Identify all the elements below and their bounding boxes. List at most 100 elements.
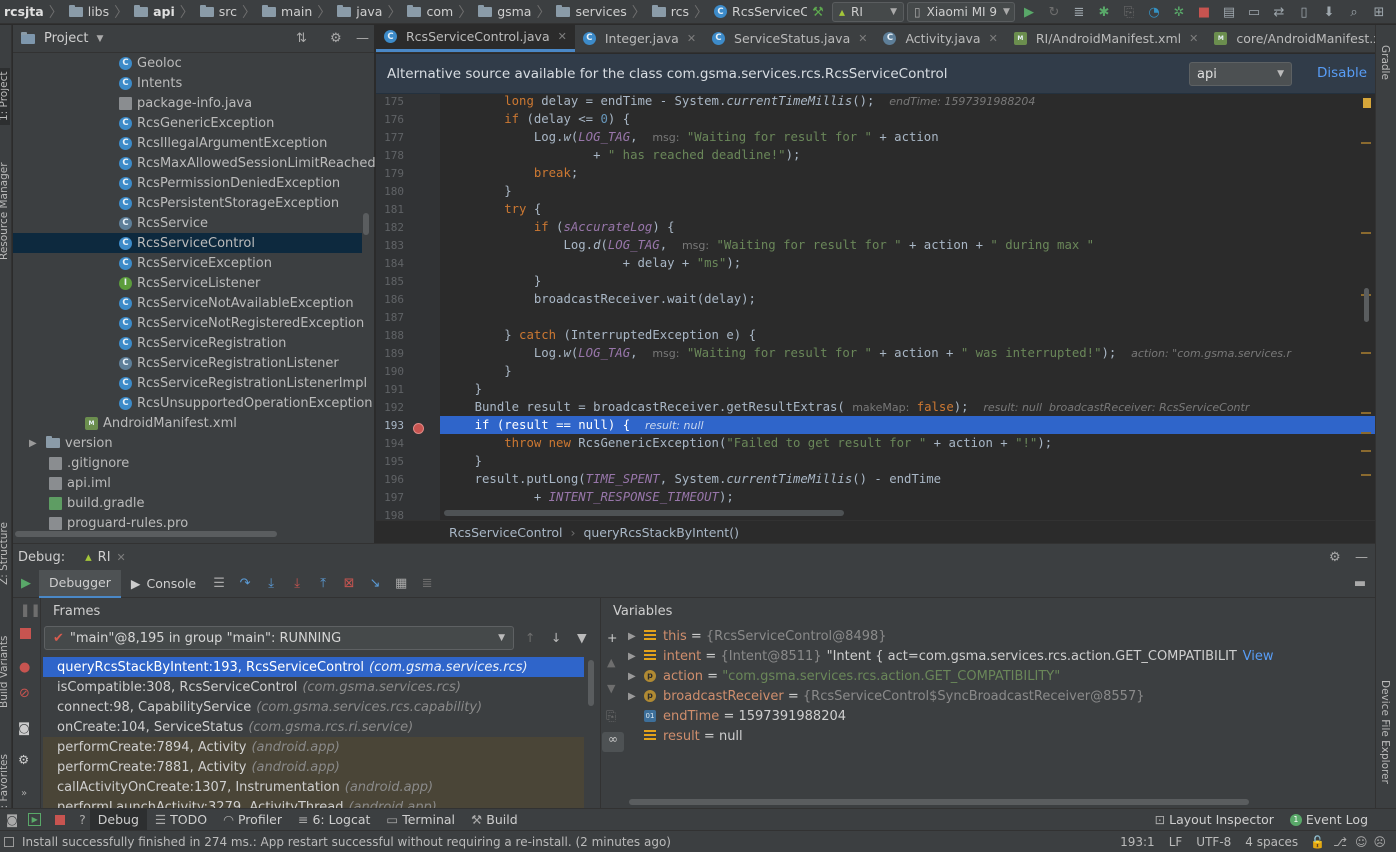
caret-position[interactable]: 193:1	[1120, 835, 1155, 849]
thread-select[interactable]: ✔ "main"@8,195 in group "main": RUNNING ▼	[44, 626, 514, 650]
tree-item[interactable]: C RcsServiceRegistrationListenerImpl	[119, 373, 367, 393]
tab-core-manifest[interactable]: Mcore/AndroidManifest.xml✕	[1206, 25, 1375, 52]
source-select[interactable]: api ▼	[1189, 62, 1292, 86]
layout-icon[interactable]: ▬	[1347, 570, 1373, 598]
breadcrumb-item[interactable]: rcsjta 〉	[4, 2, 69, 22]
variable-row[interactable]: result = null	[628, 726, 743, 746]
pause-icon[interactable]: ❚❚	[20, 602, 41, 617]
horizontal-scrollbar[interactable]	[15, 531, 277, 537]
expand-arrow-icon[interactable]: ▶	[628, 671, 644, 682]
profiler-icon[interactable]: ◔	[1143, 2, 1165, 22]
mute-breakpoints-icon[interactable]: ⊘	[19, 686, 30, 701]
expand-arrow-icon[interactable]: ▶	[29, 438, 46, 449]
tab-ri-manifest[interactable]: M RI/AndroidManifest.xml ✕	[1006, 25, 1207, 52]
structure-tool-button[interactable]: Z: Structure	[0, 522, 10, 585]
tab-layout-inspector[interactable]: ⊡ Layout Inspector	[1147, 809, 1282, 831]
variable-row[interactable]: ▶ this = {RcsServiceControl@8498}	[628, 626, 887, 646]
glasses-icon[interactable]: ∞	[602, 732, 624, 752]
variable-row[interactable]: ▶ p action = "com.gsma.services.rcs.action…	[628, 666, 1060, 686]
tool-windows-icon[interactable]	[4, 836, 14, 847]
minimize-icon[interactable]: —	[1355, 550, 1368, 565]
debug-bug-icon[interactable]: ✱	[1093, 2, 1115, 22]
line-separator[interactable]: LF	[1169, 835, 1183, 849]
copy-icon[interactable]: ⎘	[606, 708, 616, 724]
tree-item[interactable]: C RcsPersistentStorageException	[119, 193, 339, 213]
tab-console[interactable]: ▶ Console	[121, 570, 206, 598]
lock-icon[interactable]: 🔓	[1310, 835, 1325, 849]
tree-item[interactable]: C RcsServiceException	[119, 253, 272, 273]
tree-item[interactable]: C RcsServiceRegistration	[119, 333, 286, 353]
gradle-tool-button[interactable]: Gradle	[1379, 45, 1391, 80]
tree-item[interactable]: ▶ version	[29, 433, 113, 453]
breadcrumb-item[interactable]: main 〉	[262, 2, 337, 22]
tree-item[interactable]: package-info.java	[119, 93, 252, 113]
menu-icon[interactable]: ☰	[206, 570, 232, 598]
tab-build[interactable]: ⚒ Build	[463, 809, 526, 831]
view-breakpoints-icon[interactable]: ●	[19, 660, 30, 675]
disable-link[interactable]: Disable	[1317, 65, 1367, 81]
tree-item[interactable]: M AndroidManifest.xml	[85, 413, 237, 433]
build-variants-tool-button[interactable]: Build Variants	[0, 636, 10, 708]
expand-arrow-icon[interactable]: ▶	[628, 691, 644, 702]
code-breadcrumb-item[interactable]: queryRcsStackByIntent()	[583, 525, 739, 540]
breakpoint-icon[interactable]	[413, 423, 424, 434]
filter-icon[interactable]: ▼	[577, 630, 587, 645]
hammer-icon[interactable]: ⚒	[807, 2, 829, 22]
move-up-icon[interactable]: ▲	[607, 656, 615, 669]
more-icon[interactable]: »	[21, 788, 27, 799]
frame-row-library[interactable]: callActivityOnCreate:1307, Instrumentati…	[43, 777, 584, 797]
stop-icon[interactable]	[55, 814, 66, 825]
close-icon[interactable]: ✕	[1189, 32, 1198, 45]
frame-row-library[interactable]: performCreate:7881, Activity (android.app…	[43, 757, 584, 777]
grid-icon[interactable]: ⊞	[1368, 2, 1390, 22]
evaluate-expression-icon[interactable]: ▦	[388, 570, 414, 598]
tab-event-log[interactable]: 1 Event Log	[1282, 809, 1376, 831]
error-stripe[interactable]	[1361, 94, 1371, 520]
drop-frame-icon[interactable]: ⊠	[336, 570, 362, 598]
breadcrumb-item[interactable]: rcs 〉	[651, 2, 714, 22]
tab-activity[interactable]: C Activity.java ✕	[875, 25, 1005, 52]
gear-icon[interactable]: ⚙	[18, 752, 29, 767]
tab-integer[interactable]: C Integer.java ✕	[575, 25, 704, 52]
tree-item[interactable]: C RcsIllegalArgumentException	[119, 133, 327, 153]
horizontal-scrollbar[interactable]	[444, 510, 844, 516]
tab-rcsservicecontrol[interactable]: C RcsServiceControl.java ✕	[376, 25, 575, 52]
frame-row-library[interactable]: performLaunchActivity:3279, ActivityThre…	[43, 797, 584, 808]
expand-arrow-icon[interactable]: ▶	[628, 651, 644, 662]
breadcrumb-item[interactable]: libs 〉	[68, 2, 134, 22]
gear-icon[interactable]: ⚙	[1329, 550, 1341, 565]
run-icon[interactable]: ▶	[1018, 2, 1040, 22]
run-config-select[interactable]: ▴ RI ▼	[832, 2, 904, 22]
attach-debugger-icon[interactable]: ✲	[1168, 2, 1190, 22]
tab-terminal[interactable]: ▭ Terminal	[378, 809, 463, 831]
breadcrumb-item[interactable]: services 〉	[556, 2, 651, 22]
tab-debugger[interactable]: Debugger	[39, 569, 121, 598]
device-select[interactable]: ▯ Xiaomi MI 9 ▼	[907, 2, 1015, 22]
tab-servicestatus[interactable]: C ServiceStatus.java ✕	[704, 25, 875, 52]
sync-icon[interactable]: ⇄	[1268, 2, 1290, 22]
tab-logcat[interactable]: ≡ 6: Logcat	[290, 809, 378, 831]
layout-icon[interactable]: ▭	[1243, 2, 1265, 22]
stop-icon[interactable]: ■	[1193, 2, 1215, 22]
breadcrumb-item[interactable]: api 〉	[134, 2, 200, 22]
code-editor[interactable]: 175 176 177 178 179 180 181 182 183 184 …	[376, 94, 1375, 520]
tree-item[interactable]: .gitignore	[49, 453, 129, 473]
breadcrumb-item[interactable]: src 〉	[199, 2, 262, 22]
force-step-into-icon[interactable]: ⤓	[284, 570, 310, 598]
tab-todo[interactable]: ☰ TODO	[147, 809, 215, 831]
frame-row-library[interactable]: performCreate:7894, Activity (android.app…	[43, 737, 584, 757]
close-icon[interactable]: ✕	[558, 30, 567, 43]
camera-icon[interactable]: ◙	[18, 720, 30, 735]
frame-row[interactable]: connect:98, CapabilityService (com.gsma.s…	[43, 697, 584, 717]
add-watch-icon[interactable]: +	[607, 630, 617, 645]
tree-item[interactable]: C RcsServiceNotAvailableException	[119, 293, 354, 313]
breadcrumb-item[interactable]: com 〉	[407, 2, 478, 22]
sdk-manager-icon[interactable]: ⬇	[1318, 2, 1340, 22]
project-view-select[interactable]: Project	[44, 31, 88, 46]
scrollbar[interactable]	[588, 660, 594, 706]
resource-manager-tool-button[interactable]: Resource Manager	[0, 162, 10, 260]
tree-item-selected[interactable]: C RcsServiceControl	[13, 233, 362, 253]
frame-row[interactable]: onCreate:104, ServiceStatus (com.gsma.rcs…	[43, 717, 584, 737]
smiley-icon[interactable]: ☺	[1355, 835, 1368, 849]
variable-row[interactable]: ▶ p broadcastReceiver = {RcsServiceControl…	[628, 686, 1144, 706]
